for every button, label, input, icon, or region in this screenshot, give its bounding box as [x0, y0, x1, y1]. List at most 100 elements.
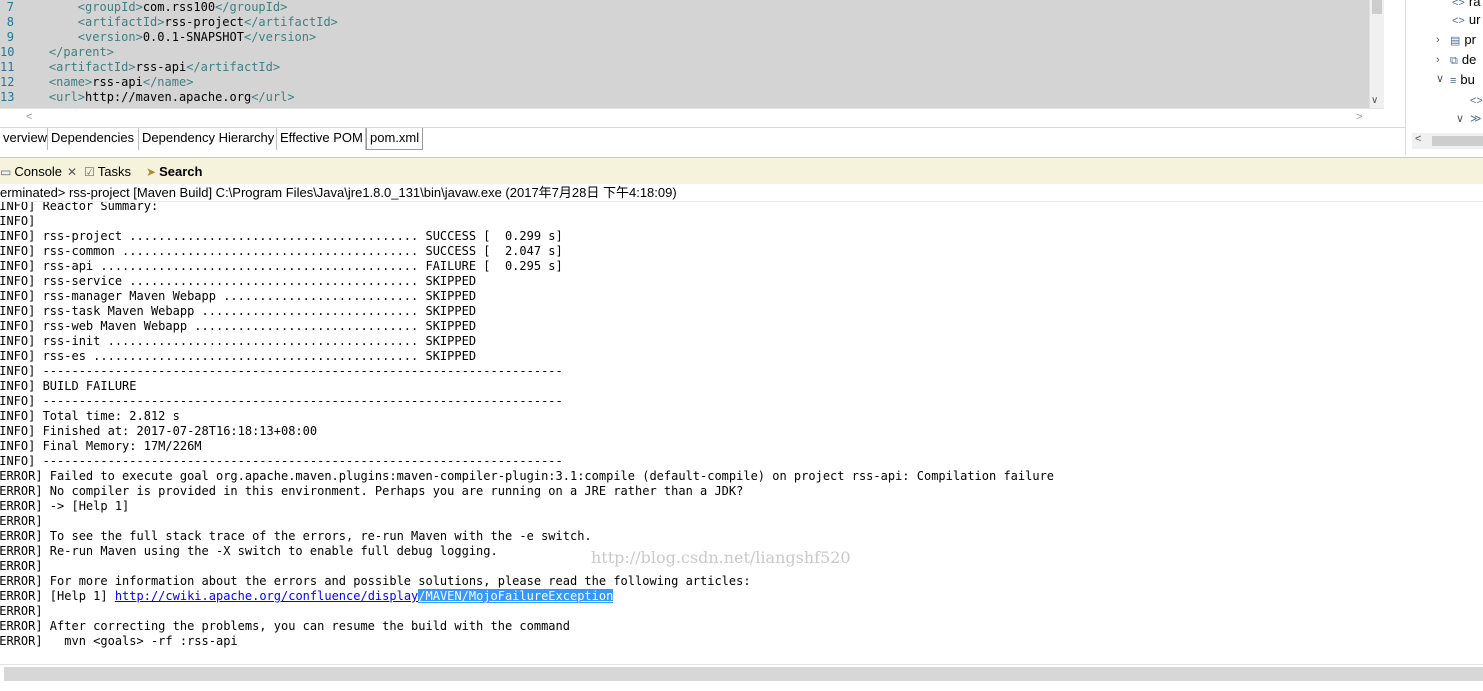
outline-item[interactable]: ▤ pr: [1450, 30, 1476, 50]
line-number: 8: [6, 15, 14, 29]
scroll-left-arrow-icon[interactable]: <: [1415, 133, 1421, 145]
console-output[interactable]: [INFO] Reactor Summary:[INFO][INFO] rss-…: [0, 202, 1483, 664]
binary-icon: ≡: [1450, 75, 1457, 87]
xml-close-tag: </groupId>: [215, 0, 288, 14]
console-line: [INFO] rss-project .....................…: [0, 229, 563, 243]
expand-arrow-icon[interactable]: ›: [1436, 54, 1440, 66]
console-line: [ERROR] After correcting the problems, y…: [0, 619, 570, 633]
console-line: [INFO] rss-es ..........................…: [0, 349, 477, 363]
console-line: [INFO] rss-manager Maven Webapp ........…: [0, 289, 477, 303]
console-process-status: erminated> rss-project [Maven Build] C:\…: [0, 184, 1483, 202]
console-line: [INFO] rss-api .........................…: [0, 259, 563, 273]
help-prefix: [ERROR] [Help 1]: [0, 589, 115, 603]
outline-item[interactable]: <>: [1470, 90, 1483, 110]
tab-overview[interactable]: verview: [0, 128, 48, 150]
close-icon[interactable]: ✕: [67, 165, 77, 179]
console-line: [INFO] Reactor Summary:: [0, 202, 159, 213]
scrollbar-thumb[interactable]: [1372, 0, 1382, 14]
outline-view: <> ra <> ur › ▤ pr › ⧉ de ∨ ≡ bu <> ∨ ≫ <: [1405, 0, 1483, 155]
xml-text: rss-api: [92, 75, 143, 89]
code-area[interactable]: 7 <groupId>com.rss100</groupId> 8 <artifa…: [0, 0, 1369, 108]
settings-icon: ≫: [1470, 113, 1482, 125]
code-line: 7 <groupId>com.rss100</groupId>: [0, 0, 1369, 15]
console-line: [INFO] rss-web Maven Webapp ............…: [0, 319, 477, 333]
xml-text: http://maven.apache.org: [85, 90, 252, 104]
console-line: [ERROR] [Help 1] http://cwiki.apache.org…: [0, 589, 1054, 604]
console-line: [INFO] ---------------------------------…: [0, 394, 563, 408]
line-number: 11: [0, 60, 15, 74]
console-line: [INFO] BUILD FAILURE: [0, 379, 137, 393]
console-line: [INFO] Finished at: 2017-07-28T16:18:13+…: [0, 424, 318, 438]
tab-pom-xml[interactable]: pom.xml: [366, 128, 423, 150]
console-horizontal-scrollbar[interactable]: [0, 664, 1483, 691]
search-flashlight-icon: ➤: [146, 165, 157, 179]
xml-close-tag: </url>: [251, 90, 295, 104]
console-line: [INFO] Total time: 2.812 s: [0, 409, 180, 423]
editor-horizontal-scrollbar[interactable]: < >: [0, 108, 1384, 126]
code-line: 11 <artifactId>rss-api</artifactId>: [0, 60, 1369, 75]
code-line: 13 <url>http://maven.apache.org</url>: [0, 90, 1369, 105]
console-line: [ERROR] -> [Help 1]: [0, 499, 130, 513]
console-line: [ERROR] Re-run Maven using the -X switch…: [0, 544, 498, 558]
table-icon: ▤: [1450, 35, 1461, 47]
expand-arrow-icon[interactable]: ›: [1436, 34, 1440, 46]
console-line: [ERROR] Failed to execute goal org.apach…: [0, 469, 1055, 483]
tab-dependency-hierarchy[interactable]: Dependency Hierarchy: [139, 128, 277, 150]
editor-vertical-scrollbar[interactable]: ∨: [1369, 0, 1384, 108]
scrollbar-thumb[interactable]: [4, 667, 1483, 681]
line-number: 7: [6, 0, 14, 14]
console-line: [INFO] rss-task Maven Webapp ...........…: [0, 304, 477, 318]
outline-item[interactable]: ≡ bu: [1450, 70, 1475, 90]
xml-open-tag: <artifactId>: [48, 60, 136, 74]
xml-open-tag: <name>: [48, 75, 93, 89]
outline-item[interactable]: ⧉ de: [1450, 50, 1476, 70]
xml-open-tag: <url>: [48, 90, 86, 104]
outline-item[interactable]: <> ur: [1452, 10, 1480, 30]
xml-close-tag: </artifactId>: [186, 60, 281, 74]
tab-console[interactable]: ▭ Console ✕: [0, 162, 77, 182]
line-number: 10: [0, 45, 15, 59]
dependency-icon: ⧉: [1450, 55, 1458, 67]
collapse-arrow-icon[interactable]: ∨: [1456, 112, 1464, 125]
scroll-left-arrow-icon[interactable]: <: [26, 111, 32, 123]
collapse-arrow-icon[interactable]: ∨: [1436, 72, 1444, 85]
tab-search[interactable]: ➤ Search: [146, 162, 202, 182]
console-line: [ERROR]: [0, 604, 43, 618]
console-line: [ERROR]: [0, 514, 43, 528]
console-line: [INFO] ---------------------------------…: [0, 454, 563, 468]
xml-element-icon: <>: [1452, 15, 1465, 27]
console-line: [ERROR] To see the full stack trace of t…: [0, 529, 592, 543]
console-line: [ERROR] No compiler is provided in this …: [0, 484, 744, 498]
xml-text: rss-api: [135, 60, 187, 74]
xml-open-tag: </parent>: [48, 45, 114, 59]
view-tab-bar: ▭ Console ✕ ☑ Tasks ➤ Search: [0, 157, 1483, 184]
console-line: [INFO] Final Memory: 17M/226M: [0, 439, 202, 453]
xml-text: com.rss100: [142, 0, 216, 14]
console-line: [INFO]: [0, 214, 36, 228]
help-link[interactable]: http://cwiki.apache.org/confluence/displ…: [115, 589, 418, 603]
xml-text: 0.0.1-SNAPSHOT: [142, 30, 244, 44]
code-line: 8 <artifactId>rss-project</artifactId>: [0, 15, 1369, 30]
scroll-down-arrow-icon[interactable]: ∨: [1371, 95, 1378, 106]
line-number: 9: [6, 30, 14, 44]
tab-tasks[interactable]: ☑ Tasks: [84, 162, 131, 182]
outline-item[interactable]: ≫: [1470, 108, 1483, 128]
tab-effective-pom[interactable]: Effective POM: [277, 128, 366, 150]
code-line: 12 <name>rss-api</name>: [0, 75, 1369, 90]
code-line: 10 </parent>: [0, 45, 1369, 60]
tab-dependencies[interactable]: Dependencies: [48, 128, 139, 150]
xml-text: rss-project: [164, 15, 244, 29]
xml-close-tag: </version>: [243, 30, 317, 44]
console-line: [INFO] rss-service .....................…: [0, 274, 477, 288]
console-line: [INFO] rss-init ........................…: [0, 334, 477, 348]
pom-source-editor[interactable]: 7 <groupId>com.rss100</groupId> 8 <artifa…: [0, 0, 1405, 127]
xml-open-tag: <artifactId>: [77, 15, 165, 29]
xml-close-tag: </artifactId>: [243, 15, 338, 29]
scrollbar-thumb[interactable]: [1432, 136, 1483, 146]
line-number: 13: [0, 90, 15, 104]
code-line: 9 <version>0.0.1-SNAPSHOT</version>: [0, 30, 1369, 45]
help-link-selected[interactable]: /MAVEN/MojoFailureException: [418, 589, 614, 603]
outline-horizontal-scrollbar[interactable]: <: [1412, 133, 1483, 149]
scroll-right-arrow-icon[interactable]: >: [1356, 111, 1362, 123]
console-line: [INFO] ---------------------------------…: [0, 364, 563, 378]
